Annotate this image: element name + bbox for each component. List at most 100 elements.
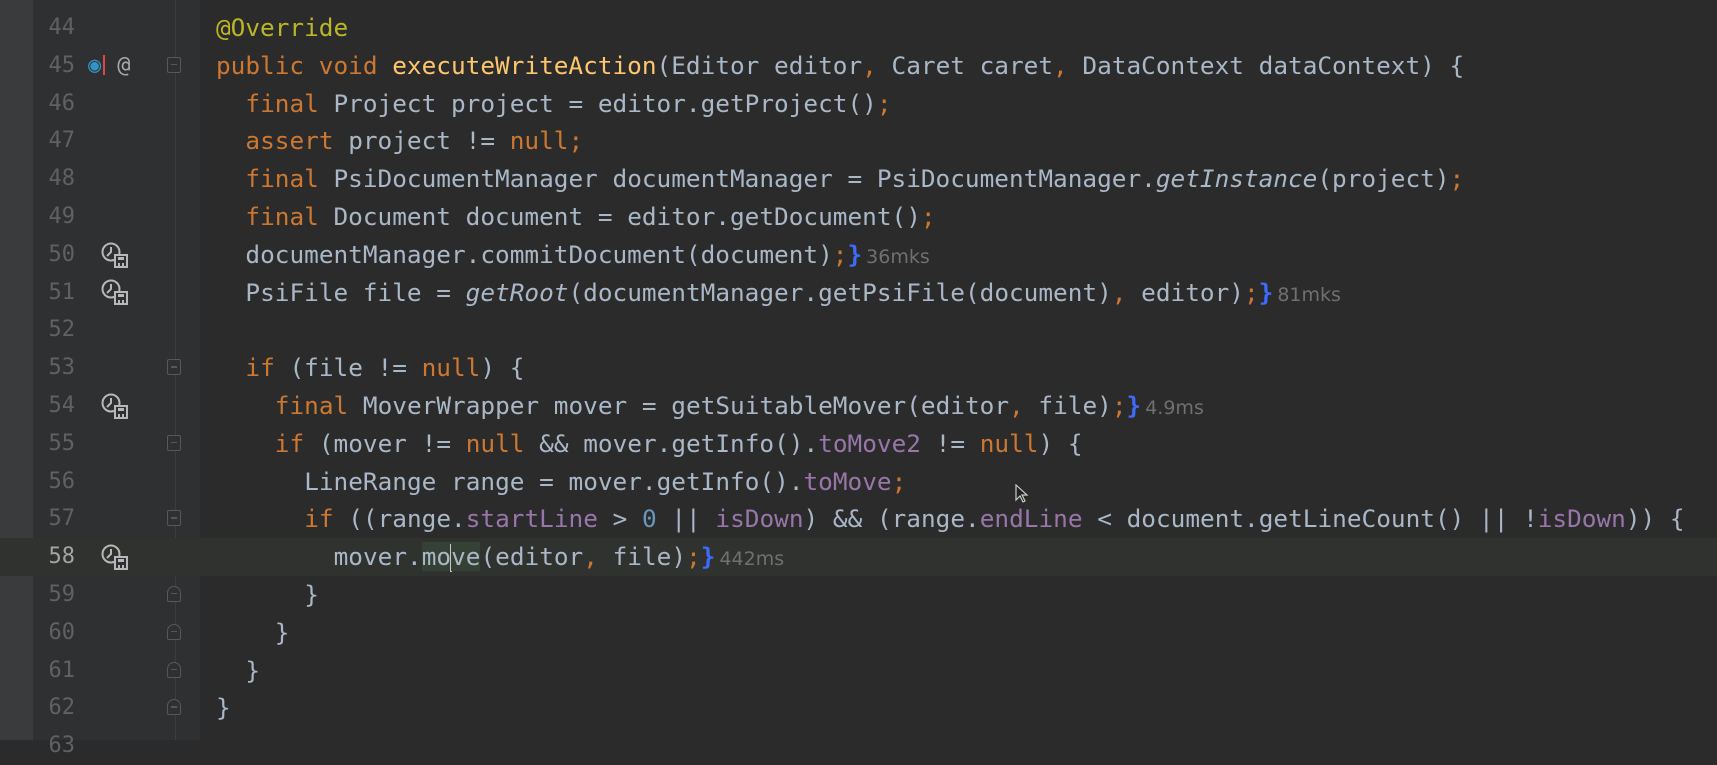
code-text: } [275, 614, 290, 652]
code-line[interactable]: 45 ◉ @ public void executeWriteAction(Edito… [0, 47, 1717, 85]
fold-marker-icon[interactable] [167, 359, 181, 376]
code-token: && mover.getInfo(). [539, 428, 819, 458]
code-token: getRoot [465, 277, 569, 307]
code-token: ; [1243, 277, 1259, 307]
code-line[interactable]: 58 mover.move(editor, file);} 442ms [0, 538, 1717, 576]
line-number[interactable]: 44 [33, 9, 76, 47]
code-token: , [1053, 50, 1083, 80]
code-line[interactable]: 62} [0, 689, 1717, 727]
code-text: final PsiDocumentManager documentManager… [245, 160, 1464, 198]
profiler-icon[interactable] [100, 241, 130, 269]
implements-override-icon[interactable]: ◉ [88, 53, 106, 78]
code-token: )) { [1625, 504, 1685, 534]
fold-marker-icon[interactable] [167, 699, 181, 716]
profiler-icon[interactable] [100, 543, 130, 571]
code-token: file) [1038, 390, 1112, 420]
fold-marker-icon[interactable] [167, 585, 181, 602]
code-token: Caret caret [891, 50, 1054, 80]
code-token: final [245, 88, 334, 118]
code-line[interactable]: 47 assert project != null; [0, 122, 1717, 160]
code-token: 0 [641, 504, 657, 534]
code-token: editor) [1141, 277, 1244, 307]
profiler-timing-hint: 4.9ms [1145, 396, 1204, 419]
fold-marker-icon[interactable] [167, 661, 181, 678]
code-line[interactable]: 61} [0, 652, 1717, 690]
fold-marker-icon[interactable] [167, 510, 181, 527]
line-number[interactable]: 62 [33, 689, 76, 727]
line-number[interactable]: 54 [33, 387, 76, 425]
line-number[interactable]: 51 [33, 274, 76, 312]
code-token: ((range. [348, 504, 466, 534]
code-token: null [421, 353, 481, 383]
code-line[interactable]: 53 if (file != null) { [0, 349, 1717, 387]
code-line[interactable]: 57 if ((range.startLine > 0 || isDown) &&… [0, 500, 1717, 538]
code-token: } [245, 655, 261, 685]
line-number[interactable]: 53 [33, 349, 76, 387]
line-number[interactable]: 56 [33, 463, 76, 501]
code-token: startLine [465, 504, 598, 534]
line-number[interactable]: 50 [33, 236, 76, 274]
profiler-bracket: } [1126, 390, 1142, 420]
code-line[interactable]: 44 @Override [0, 9, 1717, 47]
profiler-bracket: } [1258, 277, 1274, 307]
profiler-icon[interactable] [100, 392, 130, 420]
code-line[interactable]: 56 LineRange range = mover.getInfo().toMo… [0, 463, 1717, 501]
code-token: final [274, 390, 363, 420]
profiler-icon[interactable] [100, 278, 130, 306]
fold-marker-icon[interactable] [167, 623, 181, 640]
code-token: } [274, 617, 290, 647]
line-number[interactable]: 55 [33, 425, 76, 463]
annotation-at-icon[interactable]: @ [117, 53, 130, 78]
code-token: Project project = editor.getProject() [333, 88, 877, 118]
code-line[interactable]: 54 final MoverWrapper mover = getSuitable… [0, 387, 1717, 425]
code-token: toMove2 [818, 428, 921, 458]
code-token: (editor [480, 542, 584, 572]
code-token: getInstance [1155, 164, 1318, 194]
code-line[interactable]: 49 final Document document = editor.getDo… [0, 198, 1717, 236]
code-line[interactable]: 48 final PsiDocumentManager documentManag… [0, 160, 1717, 198]
line-number[interactable]: 59 [33, 576, 76, 614]
code-token: ; [1449, 164, 1465, 194]
code-token: file) [612, 542, 687, 572]
line-number[interactable]: 48 [33, 160, 76, 198]
code-line[interactable]: 63 [0, 727, 1717, 765]
code-token: ; [891, 466, 907, 496]
code-token: ; [876, 88, 892, 118]
mouse-pointer-icon [1015, 483, 1029, 508]
code-line[interactable]: 52 [0, 311, 1717, 349]
code-line[interactable]: 60} [0, 614, 1717, 652]
code-token: if [274, 428, 319, 458]
code-token: (documentManager.getPsiFile(document) [568, 277, 1112, 307]
line-number[interactable]: 49 [33, 198, 76, 236]
code-token: project != [348, 126, 510, 156]
line-number[interactable]: 52 [33, 311, 76, 349]
line-number[interactable]: 45 [33, 47, 76, 85]
code-line[interactable]: 46 final Project project = editor.getProj… [0, 85, 1717, 123]
code-token: DataContext dataContext) { [1082, 50, 1465, 80]
code-token: (Editor editor [656, 50, 863, 80]
fold-marker-icon[interactable] [167, 434, 181, 451]
line-number[interactable]: 47 [33, 122, 76, 160]
line-number[interactable]: 46 [33, 85, 76, 123]
code-token: null [979, 428, 1039, 458]
line-number[interactable]: 58 [33, 538, 76, 576]
code-text: PsiFile file = getRoot(documentManager.g… [245, 274, 1341, 315]
code-text: final MoverWrapper mover = getSuitableMo… [275, 387, 1204, 428]
profiler-bracket: } [847, 239, 863, 269]
line-number[interactable]: 63 [33, 727, 76, 765]
code-editor[interactable]: 44 @Override 45 ◉ @ public void executeWriteA… [0, 9, 1717, 765]
code-token: if [304, 504, 349, 534]
code-line[interactable]: 59} [0, 576, 1717, 614]
code-token: isDown [1537, 504, 1626, 534]
code-text: mover.move(editor, file);} 442ms [334, 538, 784, 579]
line-number[interactable]: 60 [33, 614, 76, 652]
code-token: isDown [715, 504, 804, 534]
code-text: } [216, 689, 231, 727]
code-token: > [597, 504, 642, 534]
line-number[interactable]: 57 [33, 500, 76, 538]
fold-marker-icon[interactable] [167, 56, 181, 73]
code-line[interactable]: 51 PsiFile file = getRoot(documentManager… [0, 274, 1717, 312]
line-number[interactable]: 61 [33, 652, 76, 690]
code-line[interactable]: 50 documentManager.commitDocument(documen… [0, 236, 1717, 274]
code-line[interactable]: 55 if (mover != null && mover.getInfo().t… [0, 425, 1717, 463]
